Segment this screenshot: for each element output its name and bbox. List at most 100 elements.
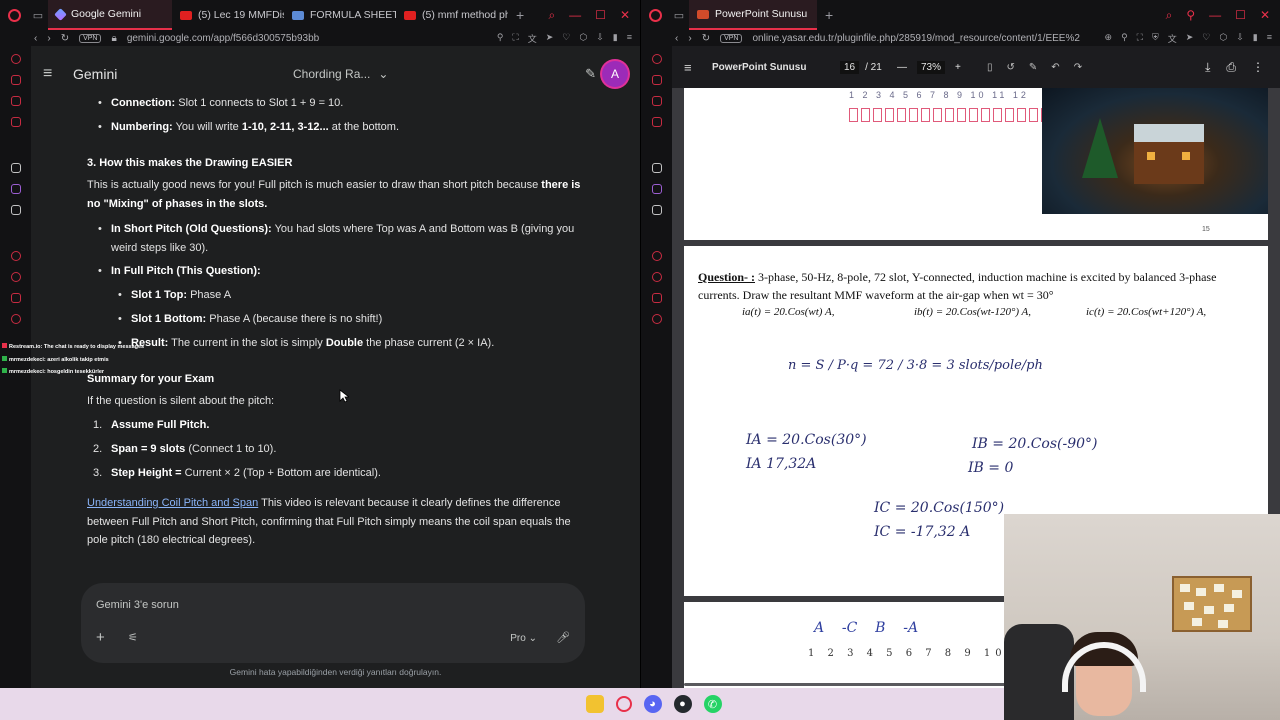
undo-icon[interactable]: ↶: [1051, 62, 1059, 73]
x-icon[interactable]: [10, 205, 21, 215]
tab-formula-sheet[interactable]: FORMULA SHEET-VE: [284, 0, 396, 30]
search-tabs-icon[interactable]: ⌕: [1166, 8, 1173, 23]
url-field[interactable]: online.yasar.edu.tr/pluginfile.php/28591…: [752, 33, 1079, 44]
back-icon[interactable]: ‹: [675, 33, 678, 44]
reload-icon[interactable]: ↻: [61, 33, 69, 44]
bookmarks-icon[interactable]: [651, 293, 662, 303]
whatsapp-icon[interactable]: [10, 96, 21, 106]
discord-icon[interactable]: ◕: [643, 695, 662, 713]
download-icon[interactable]: ⤓: [1205, 60, 1210, 75]
back-icon[interactable]: ‹: [34, 33, 37, 44]
menu-icon[interactable]: ≡: [1267, 32, 1272, 45]
tab-lec19[interactable]: (5) Lec 19 MMFDistrib: [172, 0, 284, 30]
forward-icon[interactable]: ›: [688, 33, 691, 44]
windows-start-icon[interactable]: [559, 697, 574, 712]
shield-icon[interactable]: ⛨: [1152, 32, 1159, 45]
player-icon[interactable]: [10, 251, 21, 261]
tab-mmf-method[interactable]: (5) mmf method phas: [396, 0, 508, 30]
pin-icon[interactable]: ⚲: [1186, 8, 1195, 23]
tab-menu-icon[interactable]: ▭: [669, 0, 689, 30]
forward-icon[interactable]: ›: [47, 33, 50, 44]
vpn-badge[interactable]: VPN: [79, 33, 102, 43]
model-selector[interactable]: Pro ⌄: [510, 633, 537, 644]
pdf-menu-icon[interactable]: ≡: [684, 60, 692, 75]
annotate-icon[interactable]: ✎: [1029, 62, 1037, 73]
fit-page-icon[interactable]: ▯: [987, 62, 993, 73]
settings-icon[interactable]: [10, 314, 21, 324]
messenger-icon[interactable]: [10, 75, 21, 85]
aria-icon[interactable]: [10, 54, 21, 64]
video-link[interactable]: Understanding Coil Pitch and Span: [87, 497, 258, 509]
search-tabs-icon[interactable]: ⌕: [548, 8, 555, 23]
tab-menu-icon[interactable]: ▭: [28, 0, 48, 30]
vpn-badge[interactable]: VPN: [720, 33, 743, 43]
opera-browser-icon[interactable]: [615, 696, 632, 712]
new-chat-icon[interactable]: ✎: [585, 66, 596, 82]
zoom-in-icon[interactable]: +: [955, 62, 961, 73]
history-icon[interactable]: [10, 272, 21, 282]
twitch-icon[interactable]: [651, 184, 662, 194]
translate-icon[interactable]: 文: [1168, 32, 1177, 45]
screenshot-icon[interactable]: ⛶: [1137, 32, 1143, 45]
ai-icon[interactable]: [651, 163, 662, 173]
aria-icon[interactable]: [651, 54, 662, 64]
zoom-icon[interactable]: ⊕: [1105, 32, 1113, 45]
chat-title-dropdown[interactable]: Chording Ra... ⌄: [293, 67, 388, 81]
url-field[interactable]: gemini.google.com/app/f566d300575b93bb: [127, 33, 319, 44]
whatsapp-icon[interactable]: ✆: [703, 695, 722, 713]
minimize-icon[interactable]: —: [1209, 8, 1221, 23]
file-explorer-icon[interactable]: [585, 695, 604, 713]
battery-icon[interactable]: ▮: [1253, 32, 1258, 45]
heart-icon[interactable]: ♡: [562, 32, 570, 45]
reload-icon[interactable]: ↻: [702, 33, 710, 44]
tools-icon[interactable]: ⚟: [128, 631, 138, 644]
more-options-icon[interactable]: ⋮: [1252, 60, 1264, 75]
heart-icon[interactable]: ♡: [1202, 32, 1210, 45]
print-icon[interactable]: ⎙: [1226, 60, 1236, 75]
history-icon[interactable]: [651, 272, 662, 282]
github-icon[interactable]: ●: [673, 695, 692, 713]
zoom-level[interactable]: 73%: [917, 60, 946, 74]
close-icon[interactable]: ✕: [620, 8, 630, 23]
microphone-icon[interactable]: 🎤︎: [556, 631, 570, 644]
new-tab-button[interactable]: +: [508, 7, 532, 23]
telegram-icon[interactable]: [10, 117, 21, 127]
tab-google-gemini[interactable]: Google Gemini: [48, 0, 172, 30]
pin-icon[interactable]: ⚲: [1121, 32, 1128, 45]
whatsapp-icon[interactable]: [651, 96, 662, 106]
player-icon[interactable]: [651, 251, 662, 261]
tab-powerpoint[interactable]: PowerPoint Sunusu: [689, 0, 817, 30]
messenger-icon[interactable]: [651, 75, 662, 85]
send-icon[interactable]: ➤: [546, 32, 554, 45]
opera-logo-icon[interactable]: [0, 0, 28, 30]
telegram-icon[interactable]: [651, 117, 662, 127]
extensions-icon[interactable]: ⬡: [579, 32, 587, 45]
bookmarks-icon[interactable]: [10, 293, 21, 303]
pin-icon[interactable]: ⚲: [497, 32, 504, 45]
battery-icon[interactable]: ▮: [613, 32, 618, 45]
download-icon[interactable]: ⇩: [596, 32, 604, 45]
prompt-input-box[interactable]: Gemini 3'e sorun + ⚟ Pro ⌄ 🎤︎: [81, 583, 585, 663]
menu-icon[interactable]: ≡: [627, 32, 632, 45]
screenshot-icon[interactable]: ⛶: [512, 32, 518, 45]
rotate-icon[interactable]: ↺: [1007, 62, 1015, 73]
extensions-icon[interactable]: ⬡: [1219, 32, 1227, 45]
redo-icon[interactable]: ↷: [1074, 62, 1082, 73]
opera-logo-icon[interactable]: [641, 0, 669, 30]
zoom-out-icon[interactable]: —: [897, 62, 907, 73]
x-icon[interactable]: [651, 205, 662, 215]
hamburger-menu-icon[interactable]: ≡: [43, 65, 63, 83]
page-number-input[interactable]: 16: [840, 60, 860, 74]
add-icon[interactable]: +: [96, 629, 105, 646]
settings-icon[interactable]: [651, 314, 662, 324]
close-icon[interactable]: ✕: [1260, 8, 1270, 23]
avatar[interactable]: A: [602, 61, 628, 87]
minimize-icon[interactable]: —: [569, 8, 581, 23]
download-icon[interactable]: ⇩: [1236, 32, 1244, 45]
new-tab-button[interactable]: +: [817, 7, 841, 23]
send-icon[interactable]: ➤: [1186, 32, 1194, 45]
translate-icon[interactable]: 文: [528, 32, 537, 45]
maximize-icon[interactable]: ☐: [595, 8, 606, 23]
ai-icon[interactable]: [10, 163, 21, 173]
twitch-icon[interactable]: [10, 184, 21, 194]
